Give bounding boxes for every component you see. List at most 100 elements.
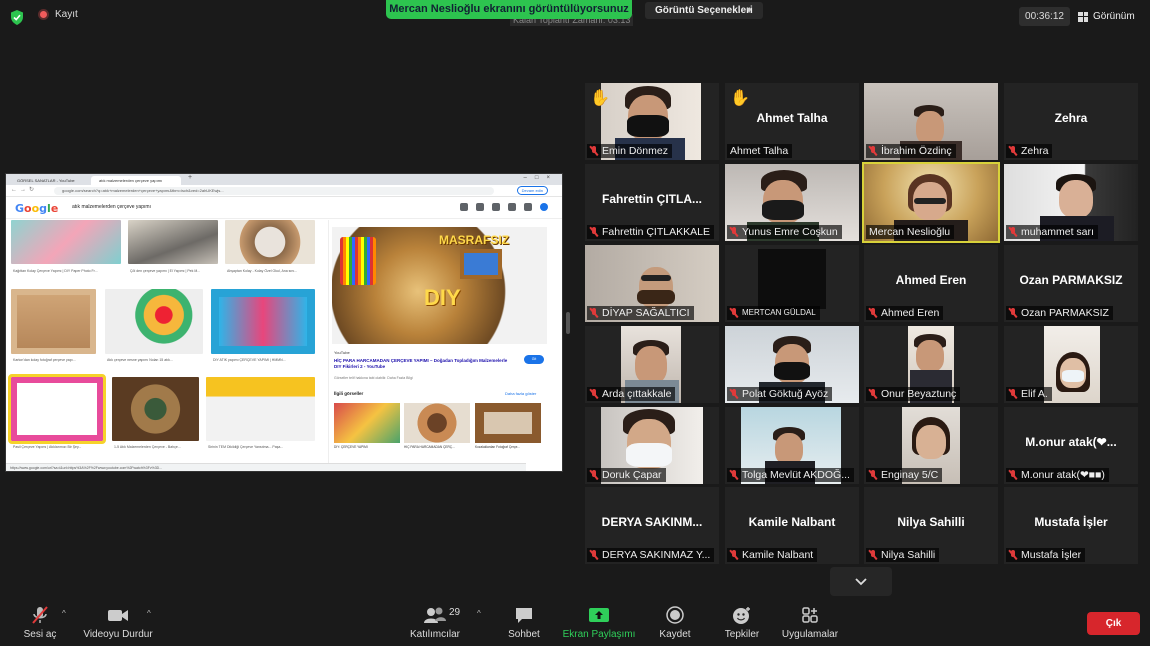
image-result[interactable] [8,374,106,444]
participant-display-name: Nilya Sahilli [897,515,965,529]
chevron-down-icon [855,578,867,586]
related-image[interactable] [404,403,470,443]
participant-tile[interactable]: Mustafa İşler Mustafa İşler [1004,487,1138,564]
participant-video-detail [916,340,944,372]
participant-tile[interactable]: ✋ Emin Dönmez [585,83,719,160]
image-preview-panel: MASRAFSIZ DIY YouTube HİÇ PARA HARCAMADA… [328,220,550,470]
camera-search-icon[interactable] [460,203,468,211]
settings-icon[interactable] [508,203,516,211]
participant-tile[interactable]: muhammet sarı [1004,164,1138,241]
mic-muted-icon [1009,550,1017,560]
participant-display-name: Mustafa İşler [1034,515,1108,529]
raised-hand-icon: ✋ [590,90,610,107]
participant-display-name: Kamile Nalbant [748,515,836,529]
show-more-link[interactable]: Daha fazla göster [505,391,536,396]
record-indicator[interactable]: Kayıt [38,9,78,20]
participant-tile[interactable]: DİYAP SAĞALTICI [585,245,719,322]
apps-grid-icon[interactable] [524,203,532,211]
participant-tile[interactable]: Elif A. [1004,326,1138,403]
google-logo[interactable]: Google [15,202,58,215]
chat-button[interactable]: Sohbet [504,605,544,640]
participant-name: Mercan Neslioğlu [869,226,951,238]
image-result[interactable] [128,220,218,264]
mute-label: Sesi aç [23,629,57,640]
search-icon[interactable] [492,203,500,211]
mic-search-icon[interactable] [476,203,484,211]
source-name[interactable]: YouTube [334,350,350,355]
exit-button[interactable]: Çık [1087,612,1140,635]
related-image[interactable] [334,403,400,443]
continue-button[interactable]: Devam edin [516,186,548,195]
participant-display-name: DERYA SAKINM... [601,515,703,529]
image-result[interactable] [11,289,96,354]
participant-video-detail [637,290,675,304]
mic-muted-icon [1009,227,1017,237]
url-field[interactable]: google.com/search?q=atık+malzemelerden+ç… [54,187,494,195]
audio-options-chevron-icon[interactable]: ^ [62,609,66,618]
avatar[interactable] [540,203,548,211]
preview-image[interactable]: MASRAFSIZ DIY [332,227,547,344]
participant-tile[interactable]: DERYA SAKINM... DERYA SAKINMAZ Y... [585,487,719,564]
participants-chevron-icon[interactable]: ^ [477,609,481,618]
participant-name: Elif A. [1021,388,1048,400]
record-dot-icon [38,9,49,20]
share-screen-button[interactable]: Ekran Paylaşımı [562,605,636,640]
next-page-button[interactable] [830,567,892,596]
participant-video-detail [762,200,804,220]
participant-tile[interactable]: MERTCAN GÜLDAL [725,245,859,322]
participant-tile[interactable]: Zehra Zehra [1004,83,1138,160]
related-image[interactable] [475,403,541,443]
participant-label: M.onur atak(❤■■) [1006,468,1109,482]
new-tab-icon[interactable]: + [188,174,192,181]
participant-tile-active-speaker[interactable]: Mercan Neslioğlu [862,162,1000,243]
apps-label: Uygulamalar [781,629,839,640]
shield-icon[interactable] [10,10,24,25]
participant-tile[interactable]: Ozan PARMAKSIZ Ozan PARMAKSIZ [1004,245,1138,322]
shared-screen[interactable]: GÖRSEL SANATLAR - YouTube atık malzemele… [5,173,563,472]
view-options-button[interactable]: Görüntü Seçenekleri ▼ [645,2,763,19]
view-button[interactable]: Görünüm [1078,7,1135,26]
participant-tile[interactable]: Doruk Çapar [585,407,719,484]
participant-tile[interactable]: Enginay 5/C [864,407,998,484]
mute-button[interactable]: Sesi aç [20,605,60,640]
participant-tile[interactable]: İbrahim Özdinç [864,83,998,160]
image-result[interactable] [206,377,315,441]
video-options-chevron-icon[interactable]: ^ [147,609,151,618]
participant-tile[interactable]: Nilya Sahilli Nilya Sahilli [864,487,998,564]
participant-tile[interactable]: Arda çıttakkale [585,326,719,403]
smiley-icon [722,605,762,625]
split-resize-handle[interactable] [566,312,570,334]
participant-tile[interactable]: Tolga Mevlüt AKDOĞ... [725,407,859,484]
participant-tile[interactable]: Yunus Emre Coşkun [725,164,859,241]
browser-tab[interactable]: GÖRSEL SANATLAR - YouTube [9,176,89,185]
participant-tile[interactable]: Ahmed Eren Ahmed Eren [864,245,998,322]
mic-muted-icon [20,605,60,625]
participant-tile[interactable]: Polat Göktuğ Ayöz [725,326,859,403]
participant-tile[interactable]: ✋ Ahmet Talha Ahmet Talha [725,83,859,160]
image-result[interactable] [112,377,199,441]
participant-tile[interactable]: M.onur atak(❤... M.onur atak(❤■■) [1004,407,1138,484]
google-search-input[interactable]: atık malzemelerden çerçeve yapımı [66,200,316,214]
record-button[interactable]: Kaydet [656,605,694,640]
visit-button[interactable]: Git [524,355,544,364]
image-result[interactable] [11,220,121,264]
participant-tile[interactable]: Onur Beyaztunç [864,326,998,403]
browser-tab-active[interactable]: atık malzemelerden çerçeve yapımı [91,176,181,185]
image-result[interactable] [211,289,315,354]
image-result[interactable] [225,220,315,264]
image-caption: Atık çerçeve nesne yapımı Nolan 15 atık.… [107,358,173,362]
participant-tile[interactable]: Fahrettin ÇITLA... Fahrettin ÇITLAKKALE [585,164,719,241]
apps-button[interactable]: Uygulamalar [780,605,840,640]
mic-muted-icon [590,146,598,156]
record-label: Kayıt [55,9,78,20]
window-controls-icon[interactable]: –□× [524,175,558,181]
nav-arrows-icon[interactable]: ←→↻ [11,186,37,193]
mic-muted-icon [730,308,738,318]
preview-title[interactable]: HİÇ PARA HARCAMADAN ÇERÇEVE YAPIMI – Doğ… [334,358,514,370]
participant-label: Mercan Neslioğlu [866,225,955,239]
stop-video-button[interactable]: Videoyu Durdur [80,605,156,640]
image-result[interactable] [105,289,203,354]
mic-muted-icon [869,470,877,480]
participant-tile[interactable]: Kamile Nalbant Kamile Nalbant [725,487,859,564]
reactions-button[interactable]: Tepkiler [722,605,762,640]
